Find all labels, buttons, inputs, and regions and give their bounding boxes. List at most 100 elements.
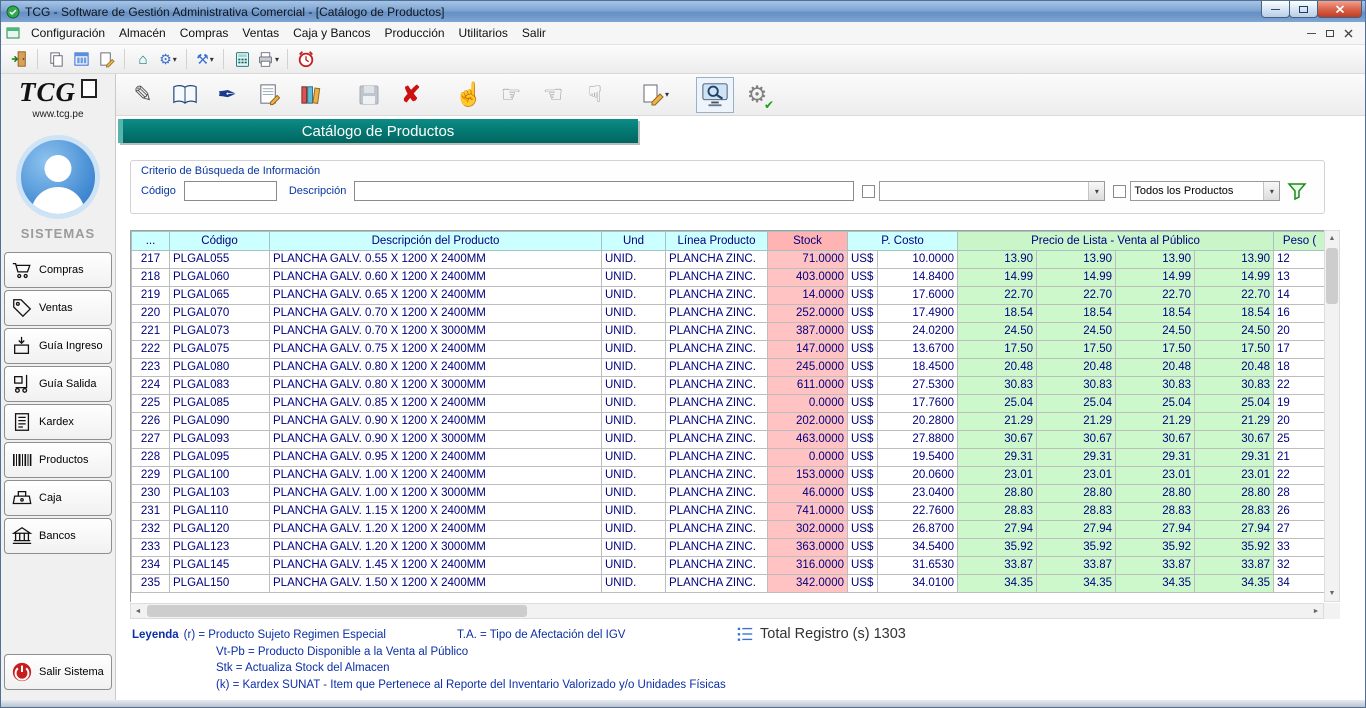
header-und[interactable]: Und [602,232,666,251]
header-rownum[interactable]: ... [132,232,170,251]
cell-codigo: PLGAL060 [170,269,270,287]
scroll-up-button[interactable]: ▲ [1325,231,1339,246]
chevron-down-icon[interactable]: ▾ [1088,182,1104,200]
table-row[interactable]: 224PLGAL083PLANCHA GALV. 0.80 X 1200 X 3… [132,377,1325,395]
table-row[interactable]: 230PLGAL103PLANCHA GALV. 1.00 X 1200 X 3… [132,485,1325,503]
home-button[interactable]: ⌂ [131,47,155,71]
menu-item-produccion[interactable]: Producción [378,23,452,43]
sidebar-item-productos[interactable]: Productos [4,442,112,478]
menu-item-salir[interactable]: Salir [515,23,553,43]
exit-app-button[interactable] [7,47,31,71]
table-row[interactable]: 229PLGAL100PLANCHA GALV. 1.00 X 1200 X 2… [132,467,1325,485]
header-costo[interactable]: P. Costo [848,232,958,251]
table-row[interactable]: 234PLGAL145PLANCHA GALV. 1.45 X 1200 X 2… [132,557,1325,575]
header-stock[interactable]: Stock [768,232,848,251]
menu-item-compras[interactable]: Compras [173,23,236,43]
descripcion-input[interactable] [354,181,854,201]
cell-und: UNID. [602,467,666,485]
sidebar-item-ventas[interactable]: Ventas [4,290,112,326]
delete-button[interactable]: ✘ [392,77,430,113]
maximize-button[interactable] [1289,1,1318,18]
minimize-button[interactable]: — [1261,1,1290,18]
table-row[interactable]: 223PLGAL080PLANCHA GALV. 0.80 X 1200 X 2… [132,359,1325,377]
nav-next-button[interactable]: ☞ [492,77,530,113]
save-button[interactable] [350,77,388,113]
vertical-scroll-thumb[interactable] [1326,248,1338,304]
notes-button[interactable] [250,77,288,113]
sidebar-item-caja[interactable]: Caja [4,480,112,516]
table-row[interactable]: 225PLGAL085PLANCHA GALV. 0.85 X 1200 X 2… [132,395,1325,413]
nav-last-button[interactable]: ☟ [576,77,614,113]
vertical-scrollbar[interactable]: ▲ ▼ [1324,230,1340,602]
sidebar-item-guia-ingreso[interactable]: Guía Ingreso [4,328,112,364]
tools-button[interactable]: ⚒▾ [193,47,217,71]
table-row[interactable]: 226PLGAL090PLANCHA GALV. 0.90 X 1200 X 2… [132,413,1325,431]
scroll-right-button[interactable]: ► [1309,604,1323,619]
catalog-books-button[interactable] [292,77,330,113]
cell-precio-3: 17.50 [1116,341,1195,359]
scroll-down-button[interactable]: ▼ [1325,586,1339,601]
timer-button[interactable] [294,47,318,71]
print-button[interactable]: ▾ [255,47,281,71]
copy-window-button[interactable] [44,47,68,71]
menu-item-configuracion[interactable]: Configuración [24,23,112,43]
table-row[interactable]: 217PLGAL055PLANCHA GALV. 0.55 X 1200 X 2… [132,251,1325,269]
preview-button[interactable] [696,77,734,113]
menu-item-caja-y-bancos[interactable]: Caja y Bancos [286,23,377,43]
edit-product-button[interactable]: ✎ [124,77,162,113]
header-precio-lista[interactable]: Precio de Lista - Venta al Público [958,232,1274,251]
table-row[interactable]: 231PLGAL110PLANCHA GALV. 1.15 X 1200 X 2… [132,503,1325,521]
mdi-close-button[interactable] [1344,29,1353,38]
chevron-down-icon[interactable]: ▾ [1263,182,1279,200]
table-row[interactable]: 222PLGAL075PLANCHA GALV. 0.75 X 1200 X 2… [132,341,1325,359]
header-codigo[interactable]: Código [170,232,270,251]
menu-item-ventas[interactable]: Ventas [235,23,286,43]
sidebar-item-label: Compras [39,264,84,276]
process-button[interactable]: ⚙ ✔ [738,77,776,113]
open-catalog-button[interactable] [166,77,204,113]
products-filter-combo[interactable]: Todos los Productos ▾ [1130,181,1280,201]
cell-stock: 302.0000 [768,521,848,539]
mdi-minimize-button[interactable]: — [1307,28,1316,38]
line-filter-combo[interactable]: ▾ [879,181,1105,201]
sidebar-item-kardex[interactable]: Kardex [4,404,112,440]
header-peso[interactable]: Peso ( [1274,232,1324,251]
table-row[interactable]: 219PLGAL065PLANCHA GALV. 0.65 X 1200 X 2… [132,287,1325,305]
table-row[interactable]: 218PLGAL060PLANCHA GALV. 0.60 X 1200 X 2… [132,269,1325,287]
table-row[interactable]: 233PLGAL123PLANCHA GALV. 1.20 X 1200 X 3… [132,539,1325,557]
nav-first-button[interactable]: ☝ [450,77,488,113]
sidebar-item-guia-salida[interactable]: Guía Salida [4,366,112,402]
line-filter-checkbox[interactable] [862,185,875,198]
table-row[interactable]: 232PLGAL120PLANCHA GALV. 1.20 X 1200 X 2… [132,521,1325,539]
nav-prev-button[interactable]: ☜ [534,77,572,113]
edit-page-button[interactable] [94,47,118,71]
products-filter-checkbox[interactable] [1113,185,1126,198]
codigo-input[interactable] [184,181,277,201]
legend-title: Leyenda [132,629,179,641]
horizontal-scrollbar[interactable]: ◄ ► [130,603,1324,619]
table-row[interactable]: 228PLGAL095PLANCHA GALV. 0.95 X 1200 X 2… [132,449,1325,467]
table-row[interactable]: 220PLGAL070PLANCHA GALV. 0.70 X 1200 X 2… [132,305,1325,323]
table-row[interactable]: 235PLGAL150PLANCHA GALV. 1.50 X 1200 X 2… [132,575,1325,593]
menu-item-utilitarios[interactable]: Utilitarios [452,23,515,43]
menu-item-almacen[interactable]: Almacén [112,23,173,43]
sidebar-item-bancos[interactable]: Bancos [4,518,112,554]
header-linea[interactable]: Línea Producto [666,232,768,251]
calculator-button[interactable] [230,47,254,71]
close-button[interactable] [1317,1,1362,18]
cell-stock: 316.0000 [768,557,848,575]
header-descripcion[interactable]: Descripción del Producto [270,232,602,251]
website-link[interactable]: www.tcg.pe [32,109,83,120]
sign-document-button[interactable]: ✒ [208,77,246,113]
settings-button[interactable]: ⚙▾ [156,47,180,71]
scroll-left-button[interactable]: ◄ [131,604,145,619]
filter-funnel-icon[interactable] [1287,181,1307,201]
table-row[interactable]: 227PLGAL093PLANCHA GALV. 0.90 X 1200 X 3… [132,431,1325,449]
horizontal-scroll-thumb[interactable] [147,605,527,617]
table-row[interactable]: 221PLGAL073PLANCHA GALV. 0.70 X 1200 X 3… [132,323,1325,341]
export-button[interactable]: ▾ [636,77,674,113]
exit-system-button[interactable]: Salir Sistema [4,654,112,690]
windows-button[interactable] [69,47,93,71]
sidebar-item-compras[interactable]: Compras [4,252,112,288]
mdi-restore-button[interactable] [1326,30,1334,37]
